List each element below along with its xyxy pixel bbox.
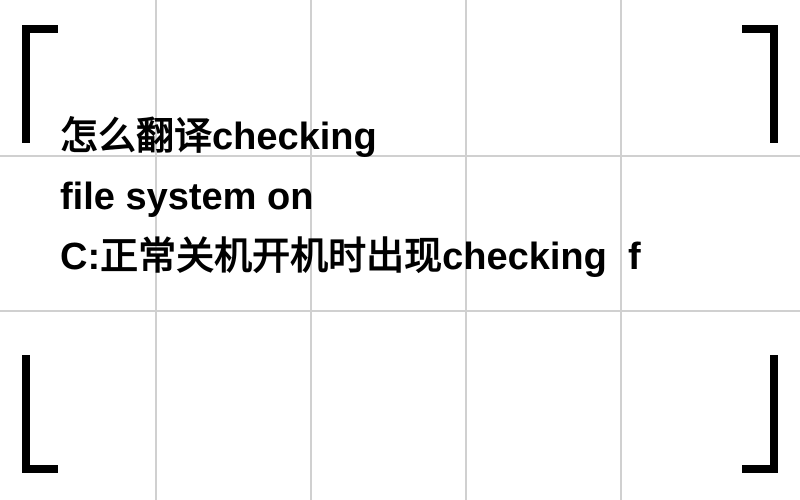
question-line-2: file system on [60, 175, 313, 221]
bracket-bottom-right [742, 355, 778, 473]
line3-suffix: f [628, 236, 641, 278]
bracket-bottom-left [22, 355, 58, 473]
question-line-1: 怎么翻译checking [60, 115, 377, 161]
grid-line [0, 310, 800, 312]
bracket-top-left [22, 25, 58, 143]
bracket-top-right [742, 25, 778, 143]
question-line-3: C:正常关机开机时出现checking f [60, 235, 641, 281]
note-canvas: 怎么翻译checking file system on C:正常关机开机时出现c… [0, 0, 800, 500]
line3-prefix: C:正常关机开机时出现checking [60, 236, 607, 278]
